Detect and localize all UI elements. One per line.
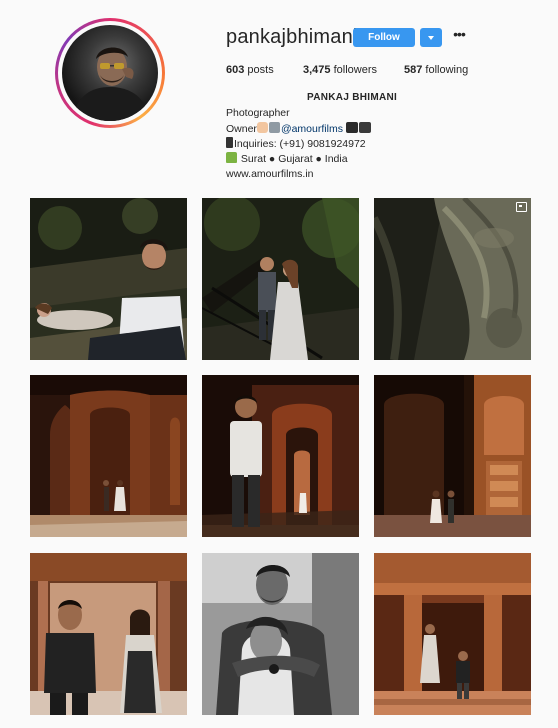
- profile-avatar-ring[interactable]: [55, 18, 165, 128]
- chevron-down-icon: [428, 36, 434, 40]
- post-tile[interactable]: [374, 375, 531, 537]
- post-photo: [374, 375, 531, 537]
- bio-owner-label: Owner: [226, 123, 257, 135]
- amourfilms-mention-link[interactable]: @amourfilms: [281, 123, 343, 135]
- posts-count-value: 603: [226, 64, 245, 76]
- video-camera-emoji-icon: [358, 122, 371, 133]
- post-tile[interactable]: [30, 198, 187, 360]
- suggestions-dropdown-button[interactable]: [420, 28, 442, 47]
- post-tile[interactable]: [374, 198, 531, 360]
- hand-emoji-icon: [256, 122, 268, 133]
- posts-grid: [30, 198, 531, 728]
- avatar-frame: [58, 21, 162, 125]
- avatar-photo: [72, 47, 150, 121]
- post-photo: [374, 553, 531, 715]
- following-count-value: 587: [404, 64, 423, 76]
- following-link[interactable]: 587 following: [404, 64, 468, 76]
- followers-link[interactable]: 3,475 followers: [303, 64, 377, 76]
- post-photo: [202, 553, 359, 715]
- post-tile[interactable]: [202, 375, 359, 537]
- post-tile[interactable]: [30, 375, 187, 537]
- post-tile[interactable]: [202, 198, 359, 360]
- posts-count-label: posts: [247, 64, 274, 76]
- movie-camera-emoji-icon: [345, 122, 358, 133]
- house-emoji-icon: [226, 152, 237, 163]
- bio-line-occupation: Photographer: [226, 107, 290, 119]
- avatar[interactable]: [62, 25, 158, 121]
- posts-count: 603 posts: [226, 64, 274, 76]
- followers-count-value: 3,475: [303, 64, 331, 76]
- bio-inquiries-text: Inquiries: (+91) 9081924972: [234, 138, 366, 150]
- post-tile[interactable]: [374, 553, 531, 715]
- bio-line-inquiries: Inquiries: (+91) 9081924972: [226, 137, 366, 150]
- post-photo: [202, 198, 359, 360]
- bio-location-text: Surat ● Gujarat ● India: [240, 153, 348, 165]
- post-photo: [30, 553, 187, 715]
- full-name: PANKAJ BHIMANI: [307, 92, 398, 103]
- following-count-label: following: [425, 64, 469, 76]
- post-tile[interactable]: [30, 553, 187, 715]
- bio-line-owner: Owner @amourfilms: [226, 122, 372, 135]
- followers-count-label: followers: [333, 64, 377, 76]
- multiple-photos-icon: [516, 202, 527, 212]
- post-tile[interactable]: [202, 553, 359, 715]
- follow-button[interactable]: Follow: [353, 28, 415, 47]
- post-photo: [374, 198, 531, 360]
- website-link[interactable]: www.amourfilms.in: [226, 168, 314, 180]
- office-emoji-icon: [268, 122, 280, 133]
- post-photo: [30, 198, 187, 360]
- post-photo: [30, 375, 187, 537]
- post-photo: [202, 375, 359, 537]
- phone-emoji-icon: [226, 137, 233, 148]
- username: pankajbhimani: [226, 26, 358, 48]
- bio-line-location: Surat ● Gujarat ● India: [226, 152, 348, 165]
- more-options-icon[interactable]: •••: [451, 26, 467, 46]
